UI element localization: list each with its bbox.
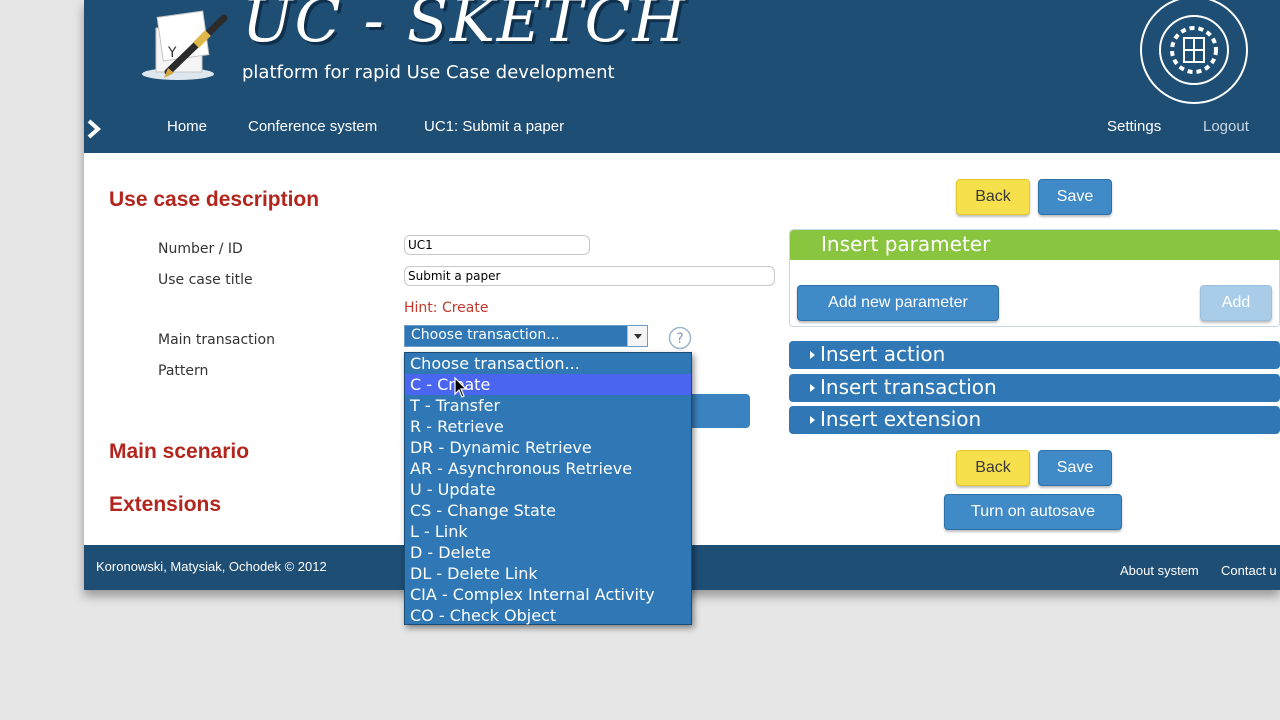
caret-right-icon bbox=[810, 351, 815, 359]
dropdown-option[interactable]: Choose transaction... bbox=[405, 353, 691, 374]
insert-transaction-label: Insert transaction bbox=[820, 375, 997, 399]
caret-right-icon bbox=[810, 416, 815, 424]
dropdown-option[interactable]: U - Update bbox=[405, 479, 691, 500]
section-title-description: Use case description bbox=[109, 188, 320, 211]
mouse-cursor-icon bbox=[454, 377, 468, 398]
nav-logout-link[interactable]: Logout bbox=[1203, 118, 1249, 135]
caret-right-icon bbox=[810, 384, 815, 392]
svg-text:?: ? bbox=[676, 331, 683, 347]
caret-down-icon bbox=[634, 334, 642, 339]
insert-parameter-panel: Insert parameter Add new parameter Add bbox=[789, 229, 1280, 327]
number-input[interactable]: UC1 bbox=[404, 235, 590, 255]
insert-transaction-accordion[interactable]: Insert transaction bbox=[789, 374, 1280, 402]
dropdown-option[interactable]: AR - Asynchronous Retrieve bbox=[405, 458, 691, 479]
dropdown-option[interactable]: C - Create bbox=[405, 374, 691, 395]
save-button-top[interactable]: Save bbox=[1038, 179, 1112, 215]
dropdown-option[interactable]: T - Transfer bbox=[405, 395, 691, 416]
transaction-dropdown-list[interactable]: Choose transaction... C - Create T - Trans… bbox=[404, 352, 692, 625]
main-transaction-label: Main transaction bbox=[158, 332, 275, 348]
insert-action-accordion[interactable]: Insert action bbox=[789, 341, 1280, 369]
dropdown-option[interactable]: D - Delete bbox=[405, 542, 691, 563]
dropdown-option[interactable]: CS - Change State bbox=[405, 500, 691, 521]
insert-action-label: Insert action bbox=[820, 342, 946, 366]
select-arrow[interactable] bbox=[627, 326, 647, 346]
footer-contact-link[interactable]: Contact u bbox=[1221, 563, 1277, 578]
hint-text: Hint: Create bbox=[404, 300, 489, 316]
nav-home-link[interactable]: Home bbox=[167, 118, 207, 135]
title-label: Use case title bbox=[158, 272, 253, 288]
header: Y UC - SKETCH platform for rapid Use Cas… bbox=[84, 0, 1280, 153]
add-new-parameter-button[interactable]: Add new parameter bbox=[797, 285, 999, 321]
help-icon[interactable]: ? bbox=[668, 326, 692, 350]
back-button-bottom[interactable]: Back bbox=[956, 450, 1030, 486]
save-button-bottom[interactable]: Save bbox=[1038, 450, 1112, 486]
add-button[interactable]: Add bbox=[1200, 285, 1272, 321]
dropdown-option[interactable]: CIA - Complex Internal Activity bbox=[405, 584, 691, 605]
title-input[interactable]: Submit a paper bbox=[404, 266, 775, 286]
number-label: Number / ID bbox=[158, 241, 243, 257]
footer-copyright: Koronowski, Matysiak, Ochodek © 2012 bbox=[96, 559, 327, 574]
select-value: Choose transaction... bbox=[411, 327, 560, 343]
breadcrumb-current: UC1: Submit a paper bbox=[424, 118, 565, 135]
back-button-top[interactable]: Back bbox=[956, 179, 1030, 215]
section-title-main-scenario[interactable]: Main scenario bbox=[109, 440, 249, 464]
insert-parameter-header[interactable]: Insert parameter bbox=[790, 230, 1280, 260]
chevron-right-icon bbox=[87, 119, 102, 139]
nav-bar: Home Conference system UC1: Submit a pap… bbox=[84, 118, 1280, 142]
section-title-extensions[interactable]: Extensions bbox=[109, 493, 221, 517]
pattern-label: Pattern bbox=[158, 363, 209, 379]
university-seal-icon bbox=[1140, 0, 1248, 104]
notebook-pen-icon: Y bbox=[142, 10, 228, 80]
pattern-button[interactable] bbox=[690, 394, 750, 428]
footer-about-link[interactable]: About system bbox=[1120, 563, 1199, 578]
nav-settings-link[interactable]: Settings bbox=[1107, 118, 1161, 135]
dropdown-option[interactable]: R - Retrieve bbox=[405, 416, 691, 437]
main-transaction-select[interactable]: Choose transaction... bbox=[404, 325, 648, 347]
dropdown-option[interactable]: CO - Check Object bbox=[405, 605, 691, 626]
insert-extension-accordion[interactable]: Insert extension bbox=[789, 406, 1280, 434]
dropdown-option[interactable]: DR - Dynamic Retrieve bbox=[405, 437, 691, 458]
svg-text:Y: Y bbox=[167, 45, 177, 61]
dropdown-option[interactable]: L - Link bbox=[405, 521, 691, 542]
logo-subtitle: platform for rapid Use Case development bbox=[242, 62, 615, 83]
dropdown-option[interactable]: DL - Delete Link bbox=[405, 563, 691, 584]
logo-title: UC - SKETCH bbox=[242, 0, 687, 56]
autosave-button[interactable]: Turn on autosave bbox=[944, 494, 1122, 530]
breadcrumb-parent[interactable]: Conference system bbox=[248, 118, 377, 135]
insert-extension-label: Insert extension bbox=[820, 407, 982, 431]
